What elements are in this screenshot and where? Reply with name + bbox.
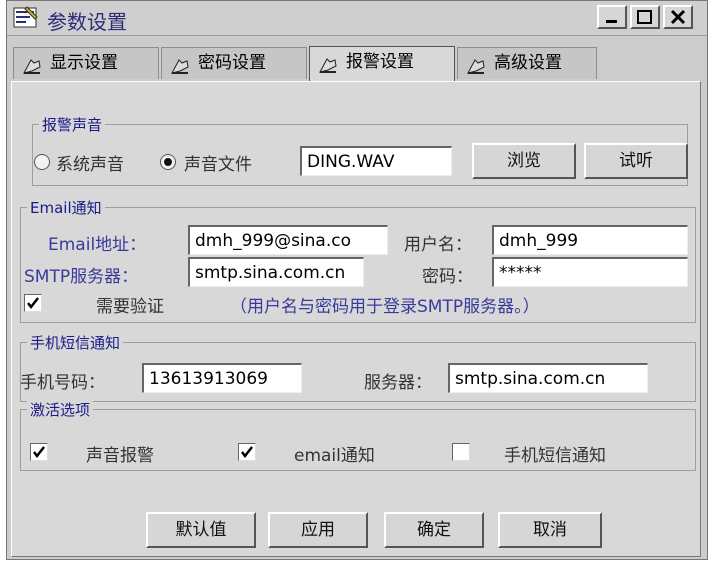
tab-label: 显示设置	[50, 53, 118, 73]
sms-notify-checkbox[interactable]	[452, 443, 470, 461]
password-label: 密码：	[422, 267, 473, 287]
minimize-button[interactable]	[597, 5, 627, 29]
username-input[interactable]: dmh_999	[492, 225, 688, 255]
need-auth-checkbox[interactable]	[24, 294, 42, 312]
email-address-input[interactable]: dmh_999@sina.co	[188, 225, 388, 255]
email-notify-checkbox[interactable]	[238, 443, 256, 461]
phone-number-input[interactable]: 13613913069	[142, 363, 302, 393]
tab-label: 报警设置	[346, 52, 414, 72]
sound-alarm-checkbox[interactable]	[30, 443, 48, 461]
sound-file-radio[interactable]	[160, 154, 176, 170]
tab-display-settings[interactable]: 显示设置	[13, 47, 159, 79]
email-notify-label: email通知	[294, 446, 375, 466]
browse-button[interactable]: 浏览	[472, 143, 576, 179]
window-title: 参数设置	[47, 10, 127, 34]
smtp-server-label: SMTP服务器：	[24, 267, 139, 287]
tab-hand-icon	[318, 54, 338, 73]
alarm-sound-title: 报警声音	[39, 114, 106, 135]
cancel-button[interactable]: 取消	[498, 512, 602, 548]
tab-hand-icon	[170, 55, 190, 74]
tab-password-settings[interactable]: 密码设置	[161, 47, 307, 79]
system-sound-radio[interactable]	[34, 154, 50, 170]
tab-advanced-settings[interactable]: 高级设置	[457, 47, 597, 79]
auth-note: （用户名与密码用于登录SMTP服务器。）	[230, 297, 540, 317]
sound-file-label: 声音文件	[184, 155, 252, 175]
sms-notify-label: 手机短信通知	[504, 446, 606, 466]
password-input[interactable]: *****	[492, 257, 688, 287]
system-sound-label: 系统声音	[56, 155, 124, 175]
settings-window: 参数设置 显示设置 密码设置 报警设置 高级设置 报警声音 系统声音 声音文件 …	[6, 0, 708, 560]
default-button[interactable]: 默认值	[146, 512, 256, 548]
tab-content-panel: 报警声音 系统声音 声音文件 DING.WAV 浏览 试听 Email通知 Em…	[11, 81, 701, 557]
email-title: Email通知	[27, 197, 105, 218]
listen-button[interactable]: 试听	[584, 143, 688, 179]
maximize-button[interactable]	[630, 5, 660, 29]
email-address-label: Email地址：	[48, 235, 147, 255]
sms-title: 手机短信通知	[27, 332, 124, 353]
phone-number-label: 手机号码：	[20, 373, 105, 393]
need-auth-label: 需要验证	[96, 297, 164, 317]
smtp-server-input[interactable]: smtp.sina.com.cn	[188, 257, 364, 287]
apply-button[interactable]: 应用	[268, 512, 368, 548]
username-label: 用户名：	[404, 235, 472, 255]
tab-label: 密码设置	[198, 53, 266, 73]
tab-hand-icon	[466, 55, 486, 74]
activation-title: 激活选项	[27, 399, 94, 420]
tab-label: 高级设置	[494, 53, 562, 73]
tab-hand-icon	[22, 55, 42, 74]
sms-server-label: 服务器：	[364, 373, 432, 393]
close-button[interactable]	[663, 5, 693, 29]
tab-alarm-settings[interactable]: 报警设置	[309, 46, 455, 81]
sound-alarm-label: 声音报警	[86, 446, 154, 466]
sound-file-input[interactable]: DING.WAV	[300, 146, 452, 176]
sms-server-input[interactable]: smtp.sina.com.cn	[448, 363, 648, 393]
title-bar[interactable]: 参数设置	[7, 1, 707, 36]
ok-button[interactable]: 确定	[384, 512, 484, 548]
app-settings-icon	[13, 5, 39, 29]
